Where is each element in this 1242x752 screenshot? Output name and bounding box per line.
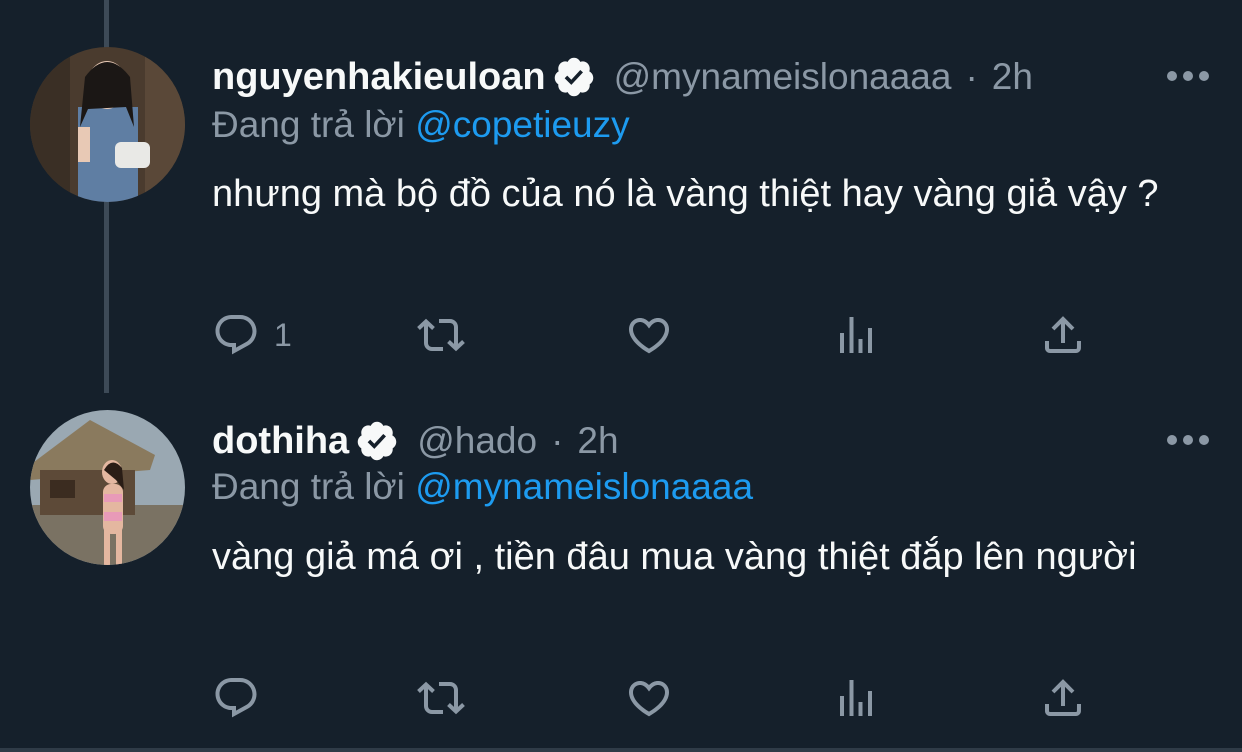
tweet-header: dothiha @hado · 2h <box>212 411 1242 471</box>
retweet-icon <box>417 318 465 352</box>
reply-icon <box>215 678 257 718</box>
views-icon <box>840 680 872 716</box>
avatar[interactable] <box>30 410 185 565</box>
tweet[interactable]: dothiha @hado · 2h Đang trả lời @mynamei… <box>0 393 1242 752</box>
separator-dot: · <box>551 420 564 461</box>
views-button[interactable] <box>832 310 880 360</box>
verified-badge-icon <box>355 419 399 463</box>
replying-to-mention[interactable]: @mynameislonaaaa <box>415 466 753 507</box>
like-button[interactable] <box>625 310 673 360</box>
replying-to: Đang trả lời @copetieuzy <box>212 104 630 146</box>
share-icon <box>1045 316 1081 353</box>
timestamp[interactable]: 2h <box>577 420 618 462</box>
reply-button[interactable]: 1 <box>212 310 292 360</box>
share-icon <box>1045 679 1081 716</box>
avatar[interactable] <box>30 47 185 202</box>
reply-button[interactable] <box>212 673 274 723</box>
more-icon[interactable] <box>1166 69 1210 83</box>
views-button[interactable] <box>832 673 880 723</box>
tweet[interactable]: nguyenhakieuloan @mynameislonaaaa · 2h Đ… <box>0 0 1242 393</box>
replying-to-label: Đang trả lời <box>212 104 405 145</box>
share-button[interactable] <box>1039 673 1087 723</box>
retweet-icon <box>417 681 465 715</box>
replying-to-mention[interactable]: @copetieuzy <box>415 104 629 145</box>
timestamp[interactable]: 2h <box>992 56 1033 98</box>
more-icon[interactable] <box>1166 433 1210 447</box>
verified-badge-icon <box>552 55 596 99</box>
views-icon <box>840 317 872 353</box>
divider <box>0 748 1242 752</box>
separator-dot: · <box>965 56 978 97</box>
reply-icon <box>215 315 257 355</box>
tweet-actions <box>212 673 1092 723</box>
display-name[interactable]: nguyenhakieuloan <box>212 56 546 99</box>
tweet-actions: 1 <box>212 310 1092 360</box>
tweet-text: vàng giả má ơi , tiền đâu mua vàng thiệt… <box>212 536 1137 578</box>
like-button[interactable] <box>625 673 673 723</box>
retweet-button[interactable] <box>417 310 465 360</box>
share-button[interactable] <box>1039 310 1087 360</box>
display-name[interactable]: dothiha <box>212 420 349 463</box>
reply-count: 1 <box>274 316 292 353</box>
user-handle[interactable]: @mynameislonaaaa <box>614 56 952 98</box>
user-handle[interactable]: @hado <box>417 420 537 462</box>
like-icon <box>628 318 670 354</box>
replying-to: Đang trả lời @mynameislonaaaa <box>212 466 753 508</box>
tweet-text: nhưng mà bộ đồ của nó là vàng thiệt hay … <box>212 173 1159 215</box>
like-icon <box>628 681 670 717</box>
replying-to-label: Đang trả lời <box>212 466 405 507</box>
tweet-header: nguyenhakieuloan @mynameislonaaaa · 2h <box>212 47 1242 107</box>
retweet-button[interactable] <box>417 673 465 723</box>
